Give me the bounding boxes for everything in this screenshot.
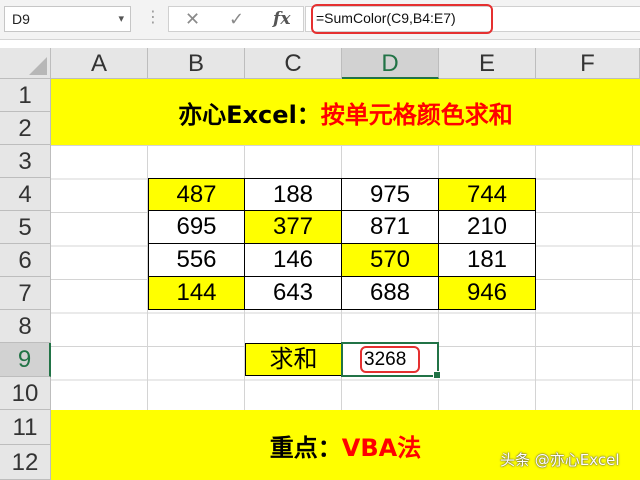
row-header-2[interactable]: 2 [0, 112, 51, 145]
select-all-icon [29, 57, 47, 75]
column-header-b[interactable]: B [148, 48, 245, 79]
cell-e4[interactable]: 744 [438, 178, 536, 211]
cell-d7[interactable]: 688 [341, 276, 439, 310]
select-all-button[interactable] [0, 48, 51, 79]
row-header-7[interactable]: 7 [0, 277, 51, 310]
drag-handle-icon[interactable]: ⋮ [145, 7, 161, 26]
sum-label-cell[interactable]: 求和 [245, 343, 342, 376]
cell-c6[interactable]: 146 [244, 243, 342, 277]
cell-e6[interactable]: 181 [438, 243, 536, 277]
row-header-6[interactable]: 6 [0, 244, 51, 277]
cell-b5[interactable]: 695 [148, 210, 245, 244]
name-box[interactable]: D9 ▾ [4, 6, 131, 32]
cell-c4[interactable]: 188 [244, 178, 342, 211]
cell-d6[interactable]: 570 [341, 243, 439, 277]
column-header-f[interactable]: F [536, 48, 640, 79]
cell-d4[interactable]: 975 [341, 178, 439, 211]
row-header-1[interactable]: 1 [0, 79, 51, 112]
note-prefix: 重点： [269, 433, 342, 462]
cell-b6[interactable]: 556 [148, 243, 245, 277]
cell-b7[interactable]: 144 [148, 276, 245, 310]
column-header-e[interactable]: E [439, 48, 536, 79]
formula-text: =SumColor(C9,B4:E7) [316, 10, 456, 26]
row-header-3[interactable]: 3 [0, 145, 51, 178]
row-header-10[interactable]: 10 [0, 377, 51, 410]
sum-result-value: 3268 [364, 349, 407, 370]
name-box-value: D9 [12, 11, 30, 27]
title-prefix: 亦心Excel： [178, 100, 321, 129]
title-main: 按单元格颜色求和 [320, 100, 513, 129]
chevron-down-icon[interactable]: ▾ [118, 12, 124, 25]
insert-function-icon[interactable]: fx [273, 9, 290, 29]
enter-icon[interactable]: ✓ [229, 9, 244, 30]
cell-d5[interactable]: 871 [341, 210, 439, 244]
row-header-11[interactable]: 11 [0, 410, 51, 445]
column-header-d[interactable]: D [342, 48, 439, 79]
note-main: VBA法 [341, 433, 422, 462]
row-header-5[interactable]: 5 [0, 211, 51, 244]
fill-handle[interactable] [433, 371, 441, 379]
watermark: 头条 @亦心Excel [500, 451, 620, 469]
row-header-9[interactable]: 9 [0, 343, 51, 377]
row-header-4[interactable]: 4 [0, 178, 51, 211]
column-header-a[interactable]: A [51, 48, 148, 79]
cell-e7[interactable]: 946 [438, 276, 536, 310]
cancel-icon[interactable]: ✕ [185, 9, 200, 30]
column-header-c[interactable]: C [245, 48, 342, 79]
cell-c5[interactable]: 377 [244, 210, 342, 244]
cell-b4[interactable]: 487 [148, 178, 245, 211]
cell-c7[interactable]: 643 [244, 276, 342, 310]
row-header-12[interactable]: 12 [0, 445, 51, 480]
row-header-8[interactable]: 8 [0, 310, 51, 343]
cell-e5[interactable]: 210 [438, 210, 536, 244]
formula-buttons: ✕ ✓ fx [168, 6, 304, 32]
title-banner[interactable]: 亦心Excel： 按单元格颜色求和 [51, 79, 640, 145]
formula-bar: D9 ▾ ⋮ ✕ ✓ fx =SumColor(C9,B4:E7) [0, 0, 640, 40]
